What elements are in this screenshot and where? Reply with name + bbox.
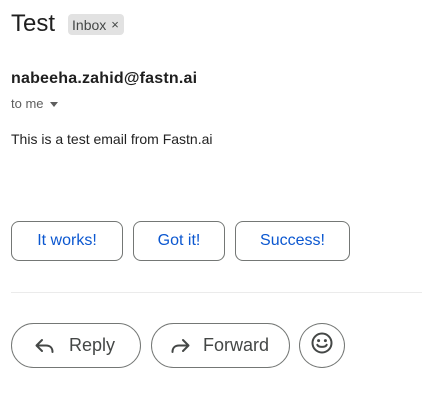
remove-label-icon[interactable]: × <box>111 17 119 32</box>
reply-button[interactable]: Reply <box>11 323 141 368</box>
email-body: This is a test email from Fastn.ai <box>11 131 213 147</box>
divider <box>11 292 422 293</box>
smart-reply-button[interactable]: Got it! <box>133 221 225 261</box>
recipient-label: to me <box>11 96 44 111</box>
forward-label: Forward <box>203 335 270 355</box>
inbox-label-chip: Inbox × <box>68 14 124 35</box>
subject-row: Test Inbox × <box>11 9 124 39</box>
smart-reply-button[interactable]: It works! <box>11 221 123 261</box>
reply-label: Reply <box>69 335 116 355</box>
sender-address: nabeeha.zahid@fastn.ai <box>11 70 198 87</box>
forward-arrow-icon <box>170 338 190 354</box>
caret-down-icon <box>49 101 58 107</box>
label-chip-text: Inbox <box>72 16 107 33</box>
email-subject: Test <box>11 10 56 37</box>
reply-arrow-icon <box>35 338 55 354</box>
smiley-face-icon <box>310 331 334 360</box>
forward-button[interactable]: Forward <box>151 323 290 368</box>
recipient-details-toggle[interactable]: to me <box>11 96 58 111</box>
emoji-reaction-button[interactable] <box>299 323 345 368</box>
smart-reply-button[interactable]: Success! <box>235 221 350 261</box>
